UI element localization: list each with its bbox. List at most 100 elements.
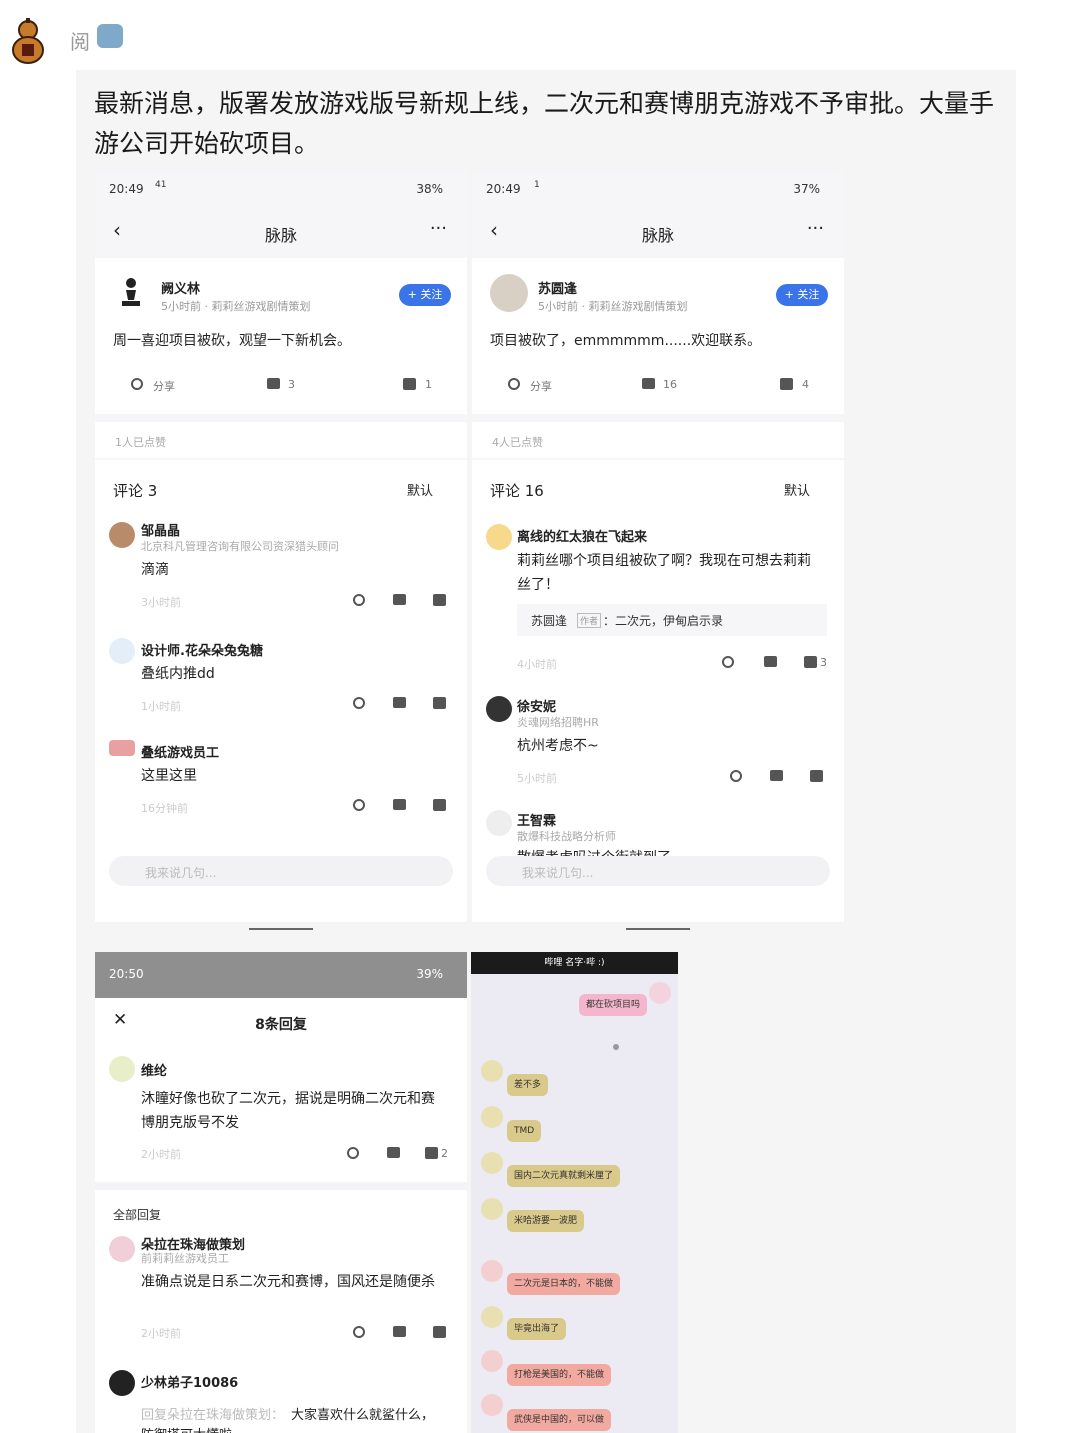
reply-icon[interactable]	[347, 1147, 359, 1159]
more-icon[interactable]: ···	[430, 218, 447, 239]
avatar[interactable]	[481, 1198, 503, 1220]
avatar[interactable]	[649, 982, 671, 1004]
share-label[interactable]: 分享	[530, 378, 552, 394]
post-text: 最新消息，版署发放游戏版号新规上线，二次元和赛博朋克游戏不予审批。大量手游公司开…	[94, 89, 995, 158]
avatar[interactable]	[109, 1236, 135, 1262]
share-icon[interactable]	[131, 378, 143, 390]
follow-button[interactable]: + 关注	[776, 284, 828, 306]
comment-time: 2小时前	[141, 1327, 181, 1340]
author-name[interactable]: 阙义林	[161, 278, 200, 297]
sort-button[interactable]: 默认	[407, 480, 433, 499]
like-icon[interactable]	[403, 378, 416, 390]
comment-body: 滴滴	[141, 562, 169, 578]
author-name[interactable]: 苏圆逢	[538, 278, 577, 297]
avatar[interactable]	[490, 274, 528, 312]
like-count: 4	[802, 378, 809, 391]
follow-button[interactable]: + 关注	[399, 284, 451, 306]
comment-count: 3	[288, 378, 295, 391]
avatar[interactable]	[109, 1056, 135, 1082]
screenshot-4: 哔哩 名字·哔 :) 都在砍项目吗 差不多 TMD 国内二次元真就剩米厘了 米哈…	[471, 952, 678, 1433]
author-name[interactable]: 阅	[70, 26, 90, 55]
avatar[interactable]	[481, 1152, 503, 1174]
gourd-icon	[12, 18, 44, 64]
reply-icon[interactable]	[353, 697, 365, 709]
like-icon[interactable]	[433, 799, 446, 811]
like-icon[interactable]	[804, 656, 817, 668]
chat-bubble: 都在砍项目吗	[579, 994, 648, 1016]
avatar[interactable]	[481, 1260, 503, 1282]
share-label[interactable]: 分享	[153, 378, 175, 394]
reply-prefix: 回复朵拉在珠海做策划：	[141, 1408, 285, 1423]
comment-body: 沐瞳好像也砍了二次元，据说是明确二次元和赛	[141, 1091, 435, 1107]
reply-icon[interactable]	[353, 1326, 365, 1338]
robot-icon	[97, 24, 123, 48]
share-icon[interactable]	[508, 378, 520, 390]
like-icon[interactable]	[810, 770, 823, 782]
comment-icon[interactable]	[267, 378, 280, 389]
network-speed: 1	[534, 180, 540, 190]
avatar[interactable]	[481, 1106, 503, 1128]
avatar[interactable]	[109, 522, 135, 548]
author-tag: 作者	[577, 613, 602, 628]
comment-icon[interactable]	[393, 1326, 406, 1337]
comment-icon[interactable]	[770, 770, 783, 781]
like-icon[interactable]	[425, 1147, 438, 1159]
comment-icon[interactable]	[393, 594, 406, 605]
avatar[interactable]	[486, 524, 512, 550]
comment-icon[interactable]	[764, 656, 777, 667]
nav-bar: ‹ 脉脉 ···	[95, 210, 467, 250]
commenter-name[interactable]: 设计师.花朵朵兔兔糖	[141, 640, 263, 659]
comment-icon[interactable]	[393, 799, 406, 810]
like-icon[interactable]	[780, 378, 793, 390]
avatar[interactable]	[109, 740, 135, 756]
reply-icon[interactable]	[730, 770, 742, 782]
avatar[interactable]	[113, 274, 149, 310]
commenter-name[interactable]: 邹晶晶	[141, 520, 180, 539]
comment-icon[interactable]	[642, 378, 655, 389]
commenter-name[interactable]: 徐安妮	[517, 696, 556, 715]
comment-time: 2小时前	[141, 1148, 181, 1161]
like-icon[interactable]	[433, 1326, 446, 1338]
more-icon[interactable]: ···	[807, 218, 824, 239]
like-icon[interactable]	[433, 697, 446, 709]
reply-box[interactable]: 苏圆逢 作者 ：二次元，伊甸启示录	[517, 604, 827, 636]
screenshot-2: 20:49 1 37% ‹ 脉脉 ··· 苏圆逢 5小时前 · 莉莉丝游戏剧情策…	[472, 170, 844, 922]
avatar[interactable]	[481, 1306, 503, 1328]
like-icon[interactable]	[433, 594, 446, 606]
avatar[interactable]	[486, 810, 512, 836]
comment-body: 这里这里	[141, 768, 197, 784]
reply-icon[interactable]	[353, 799, 365, 811]
status-time: 20:50	[109, 967, 144, 981]
reply-icon[interactable]	[353, 594, 365, 606]
comment-count: 16	[663, 378, 677, 391]
sort-button[interactable]: 默认	[784, 480, 810, 499]
commenter-name[interactable]: 王智霖	[517, 810, 556, 829]
commenter-meta: 前莉莉丝游戏员工	[141, 1252, 229, 1265]
status-bar: 20:49 41 38%	[95, 170, 467, 206]
liked-row[interactable]: 1人已点赞	[95, 422, 467, 458]
commenter-name[interactable]: 离线的红太狼在飞起来	[517, 526, 647, 545]
divider	[95, 1182, 467, 1190]
status-time: 20:49	[486, 182, 521, 196]
battery-level: 38%	[416, 182, 443, 196]
commenter-meta: 北京科凡管理咨询有限公司资深猎头顾问	[141, 540, 339, 553]
avatar[interactable]	[109, 1370, 135, 1396]
avatar[interactable]	[481, 1060, 503, 1082]
avatar[interactable]	[109, 638, 135, 664]
commenter-name[interactable]: 维纶	[141, 1060, 167, 1079]
liked-row[interactable]: 4人已点赞	[472, 422, 844, 458]
commenter-name[interactable]: 叠纸游戏员工	[141, 742, 219, 761]
comment-input[interactable]: 我来说几句...	[486, 856, 830, 886]
comment-icon[interactable]	[393, 697, 406, 708]
nav-bar: ‹ 脉脉 ···	[472, 210, 844, 250]
avatar[interactable]	[481, 1394, 503, 1416]
comment-input[interactable]: 我来说几句...	[109, 856, 453, 886]
comment-body: 叠纸内推dd	[141, 666, 215, 682]
reply-icon[interactable]	[722, 656, 734, 668]
avatar[interactable]	[486, 696, 512, 722]
author-avatar[interactable]	[4, 14, 50, 66]
avatar[interactable]	[481, 1350, 503, 1372]
comment-icon[interactable]	[387, 1147, 400, 1158]
comment-body: 莉莉丝哪个项目组被砍了啊？我现在可想去莉莉	[517, 553, 811, 569]
commenter-name[interactable]: 少林弟子10086	[141, 1372, 238, 1391]
